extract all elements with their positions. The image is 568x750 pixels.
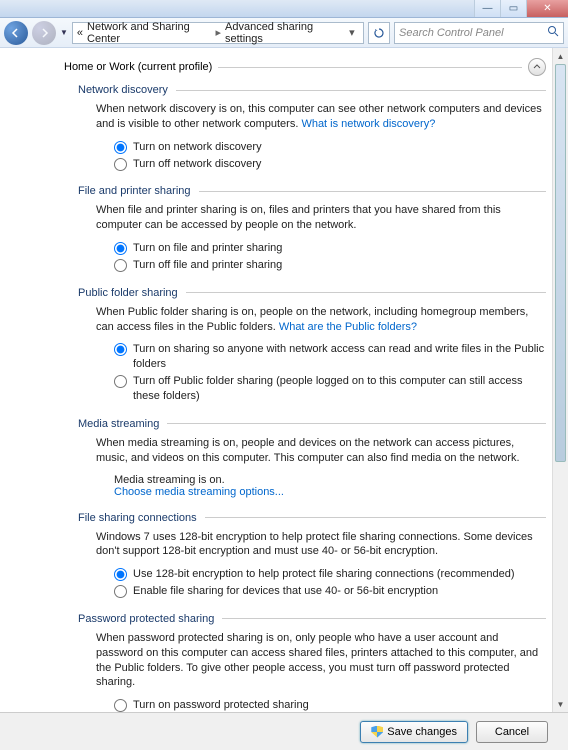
breadcrumb-current[interactable]: Advanced sharing settings (225, 21, 341, 45)
section-file-printer-sharing: File and printer sharing When file and p… (78, 185, 546, 272)
back-button[interactable] (4, 21, 28, 45)
cancel-button[interactable]: Cancel (476, 721, 548, 743)
breadcrumb-parent[interactable]: Network and Sharing Center (87, 21, 211, 45)
breadcrumb[interactable]: « Network and Sharing Center ▸ Advanced … (72, 22, 364, 44)
section-media-streaming: Media streaming When media streaming is … (78, 418, 546, 498)
search-input[interactable]: Search Control Panel (394, 22, 564, 44)
search-placeholder: Search Control Panel (399, 27, 504, 39)
section-file-sharing-connections: File sharing connections Windows 7 uses … (78, 512, 546, 599)
breadcrumb-dropdown-icon[interactable]: ▾ (345, 26, 359, 39)
refresh-icon (373, 27, 385, 39)
section-title: Network discovery (78, 84, 168, 96)
radio-nd-off[interactable]: Turn off network discovery (114, 157, 546, 172)
radio-pw-on[interactable]: Turn on password protected sharing (114, 698, 546, 712)
section-public-folder-sharing: Public folder sharing When Public folder… (78, 287, 546, 404)
radio-enc-128[interactable]: Use 128-bit encryption to help protect f… (114, 567, 546, 582)
radio-pf-on[interactable]: Turn on sharing so anyone with network a… (114, 342, 546, 372)
link-media-streaming-options[interactable]: Choose media streaming options... (114, 486, 284, 498)
shield-icon (371, 726, 383, 738)
section-password-protected-sharing: Password protected sharing When password… (78, 613, 546, 712)
button-label: Cancel (495, 726, 529, 738)
radio-fp-on[interactable]: Turn on file and printer sharing (114, 241, 546, 256)
history-dropdown-icon[interactable]: ▼ (60, 28, 68, 37)
radio-enc-4056[interactable]: Enable file sharing for devices that use… (114, 584, 546, 599)
divider (218, 67, 522, 68)
scroll-down-arrow-icon[interactable]: ▼ (553, 696, 568, 712)
radio-input[interactable] (114, 141, 127, 154)
link-what-are-public-folders[interactable]: What are the Public folders? (279, 321, 417, 333)
titlebar: — ▭ ✕ (0, 0, 568, 18)
profile-header-home[interactable]: Home or Work (current profile) (64, 58, 546, 76)
radio-input[interactable] (114, 375, 127, 388)
link-what-is-network-discovery[interactable]: What is network discovery? (301, 118, 435, 130)
navigation-bar: ▼ « Network and Sharing Center ▸ Advance… (0, 18, 568, 48)
section-desc: Windows 7 uses 128-bit encryption to hel… (96, 530, 546, 560)
radio-input[interactable] (114, 242, 127, 255)
breadcrumb-separator-icon: ▸ (215, 26, 221, 39)
scroll-thumb[interactable] (555, 64, 566, 462)
media-streaming-status: Media streaming is on. (114, 474, 546, 486)
close-button[interactable]: ✕ (526, 0, 568, 17)
control-panel-window: — ▭ ✕ ▼ « Network and Sharing Center ▸ A… (0, 0, 568, 750)
minimize-button[interactable]: — (474, 0, 500, 17)
radio-input[interactable] (114, 699, 127, 712)
back-arrow-icon (11, 28, 21, 38)
maximize-button[interactable]: ▭ (500, 0, 526, 17)
forward-arrow-icon (39, 28, 49, 38)
section-title: File and printer sharing (78, 185, 191, 197)
radio-input[interactable] (114, 158, 127, 171)
forward-button[interactable] (32, 21, 56, 45)
section-title: Password protected sharing (78, 613, 214, 625)
section-desc: When media streaming is on, people and d… (96, 436, 546, 466)
radio-input[interactable] (114, 568, 127, 581)
content-area: Home or Work (current profile) Network d… (0, 48, 568, 712)
refresh-button[interactable] (368, 22, 390, 44)
radio-pf-off[interactable]: Turn off Public folder sharing (people l… (114, 374, 546, 404)
section-title: Public folder sharing (78, 287, 178, 299)
section-desc: When password protected sharing is on, o… (96, 631, 546, 690)
vertical-scrollbar[interactable]: ▲ ▼ (552, 48, 568, 712)
button-label: Save changes (387, 726, 457, 738)
profile-title: Home or Work (current profile) (64, 61, 212, 73)
section-title: Media streaming (78, 418, 159, 430)
search-icon (547, 25, 559, 40)
section-desc: When file and printer sharing is on, fil… (96, 203, 546, 233)
radio-input[interactable] (114, 259, 127, 272)
collapse-button[interactable] (528, 58, 546, 76)
radio-fp-off[interactable]: Turn off file and printer sharing (114, 258, 546, 273)
breadcrumb-prefix: « (77, 27, 83, 39)
section-network-discovery: Network discovery When network discovery… (78, 84, 546, 171)
radio-nd-on[interactable]: Turn on network discovery (114, 140, 546, 155)
radio-input[interactable] (114, 343, 127, 356)
chevron-up-icon (533, 63, 541, 71)
radio-input[interactable] (114, 585, 127, 598)
footer: Save changes Cancel (0, 712, 568, 750)
save-changes-button[interactable]: Save changes (360, 721, 468, 743)
scroll-up-arrow-icon[interactable]: ▲ (553, 48, 568, 64)
section-title: File sharing connections (78, 512, 197, 524)
